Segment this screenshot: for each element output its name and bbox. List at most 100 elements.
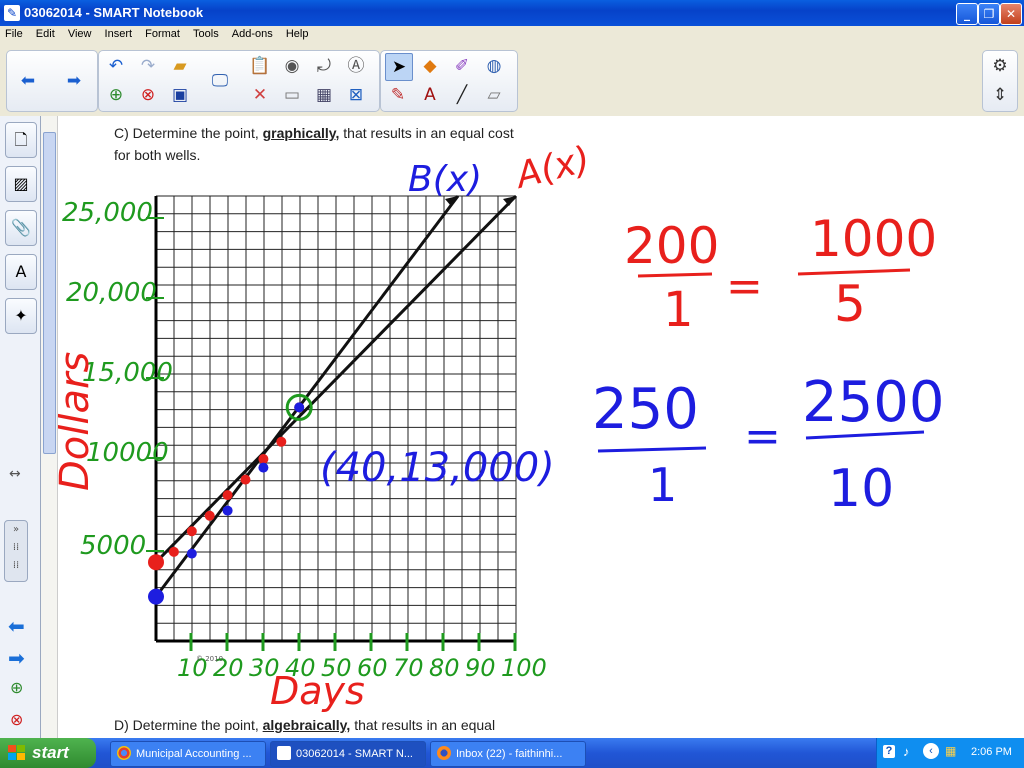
sidebar-add-page-icon[interactable]: ⊕ (10, 678, 23, 697)
next-page-icon[interactable]: ➡ (61, 68, 87, 94)
menu-view[interactable]: View (63, 26, 97, 40)
ratio-red-num1: 200 (624, 217, 719, 275)
select-arrow-icon[interactable]: ➤ (385, 53, 413, 81)
menu-format[interactable]: Format (140, 26, 185, 40)
close-button[interactable]: ✕ (1000, 3, 1022, 25)
nav-group: ⬅ ➡ (6, 50, 98, 112)
arrow-head-A(x) (503, 196, 516, 206)
full-screen-icon[interactable]: ⊠ (343, 82, 369, 108)
ratio-red-den2: 5 (834, 275, 866, 333)
paste-icon[interactable]: 📋 (247, 53, 273, 79)
eraser-icon[interactable]: ▱ (481, 82, 507, 108)
y-tick-label: 10000 (86, 438, 169, 468)
menu-insert[interactable]: Insert (100, 26, 138, 40)
auto-hide-panel-icon[interactable]: » ⁞⁞ ⁞⁞ (4, 520, 28, 582)
sidebar-previous-icon[interactable]: ⬅ (8, 614, 25, 638)
vertical-scrollbar[interactable] (41, 116, 58, 738)
tools-group: ➤ ◆ ✐ ◍ ✎ A ╱ ▱ (380, 50, 518, 112)
chrome-icon (117, 746, 131, 760)
scrollbar-thumb[interactable] (43, 132, 56, 454)
y-axis-title: Dollars (58, 352, 98, 491)
screen-shade-icon[interactable]: ⤾ (311, 53, 337, 79)
x-tick-label: 80 (429, 654, 460, 682)
point-A(x) (258, 454, 269, 464)
point-B(x) (222, 505, 233, 516)
start-button[interactable]: start (0, 738, 96, 768)
smart-notebook-icon: ✎ (4, 5, 20, 21)
move-toolbar-icon[interactable]: ⇕ (987, 82, 1013, 108)
task-firefox[interactable]: Inbox (22) - faithinhi... (430, 741, 586, 767)
help-icon[interactable]: ? (883, 745, 895, 758)
attachments-icon[interactable]: 📎 (5, 210, 37, 246)
y-tick-label: 25,000 (62, 198, 153, 228)
network-icon[interactable]: ▦ (945, 744, 956, 758)
gear-icon[interactable]: ⚙ (987, 53, 1013, 79)
label-a-x: A(x) (510, 139, 594, 197)
x-tick-label: 90 (465, 654, 496, 682)
text-icon[interactable]: A (417, 82, 443, 108)
copyright-text: © 2010 (196, 655, 223, 663)
magic-pen-icon[interactable]: ✐ (449, 53, 475, 79)
point-A(x) (276, 436, 287, 447)
shapes-icon[interactable]: ◆ (417, 53, 443, 79)
label-b-x: B(x) (408, 159, 482, 200)
ratio-red-equals: = (726, 261, 763, 312)
point-B(x) (186, 548, 197, 559)
delete-page-icon[interactable]: ⊗ (135, 82, 161, 108)
volume-icon[interactable]: ♪ (903, 744, 910, 759)
gallery-icon[interactable]: ▨ (5, 166, 37, 202)
minimize-button[interactable]: _ (956, 3, 978, 25)
ratio-red-bar2 (797, 268, 911, 276)
point-A(x) (240, 474, 251, 485)
fill-icon[interactable]: ◍ (481, 53, 507, 79)
task-chrome[interactable]: Municipal Accounting ... (110, 741, 266, 767)
handwriting-ink: 25,00020,00015,00010000500010 20 30 40 50 60 7… (58, 139, 945, 713)
delete-icon[interactable]: ✕ (247, 82, 273, 108)
ratio-blue-equals: = (744, 411, 781, 462)
menu-edit[interactable]: Edit (31, 26, 60, 40)
menu-addons[interactable]: Add-ons (227, 26, 278, 40)
undo-icon[interactable]: ↶ (103, 53, 129, 79)
point-A(x) (204, 510, 215, 521)
x-axis-title: Days (270, 669, 365, 713)
window-title: 03062014 - SMART Notebook (24, 5, 204, 20)
table-icon[interactable]: ▦ (311, 82, 337, 108)
clock: 2:06 PM (971, 746, 1012, 758)
restore-button[interactable]: ❐ (978, 3, 1000, 25)
open-file-icon[interactable]: ▰ (167, 53, 193, 79)
menu-help[interactable]: Help (281, 26, 314, 40)
save-icon[interactable]: ▣ (167, 82, 193, 108)
redo-icon[interactable]: ↷ (135, 53, 161, 79)
task-smart-notebook[interactable]: 03062014 - SMART N... (270, 741, 426, 767)
properties-icon[interactable]: A (5, 254, 37, 290)
title-bar: ✎ 03062014 - SMART Notebook _ ❐ ✕ (0, 0, 1024, 26)
resize-panel-icon[interactable]: ↔ (9, 466, 21, 482)
addons-puzzle-icon[interactable]: ✦ (5, 298, 37, 334)
sidebar-delete-page-icon[interactable]: ⊗ (10, 710, 23, 729)
point-B(x) (294, 402, 305, 413)
previous-page-icon[interactable]: ⬅ (15, 68, 41, 94)
ratio-red-num2: 1000 (810, 210, 937, 268)
ratio-red-den1: 1 (663, 282, 694, 338)
sidebar-next-icon[interactable]: ➡ (8, 646, 25, 670)
tray-expand-icon[interactable]: ‹ (923, 743, 939, 759)
display-screen-icon[interactable]: 🖵 (207, 68, 233, 94)
toolbar-settings-group: ⚙ ⇕ (982, 50, 1018, 112)
graph-grid (154, 195, 517, 643)
pens-icon[interactable]: ✎ (385, 82, 411, 108)
notebook-page[interactable]: C) Determine the point, graphically, tha… (58, 116, 1024, 738)
line-icon[interactable]: ╱ (449, 82, 475, 108)
ratio-blue-den2: 10 (828, 459, 894, 519)
point-A(x) (186, 526, 197, 537)
y-tick-label: 5000 (80, 531, 146, 561)
menu-file[interactable]: File (0, 26, 28, 40)
side-panel: 🗋 ▨ 📎 A ✦ ↔ » ⁞⁞ ⁞⁞ ⬅ ➡ ⊕ ⊗ (0, 116, 41, 738)
screen-shade-toggle-icon[interactable]: ▭ (279, 82, 305, 108)
ratio-red-bar1 (637, 272, 713, 278)
menu-tools[interactable]: Tools (188, 26, 224, 40)
add-page-icon[interactable]: ⊕ (103, 82, 129, 108)
line-B(x) (154, 195, 460, 598)
page-sorter-icon[interactable]: 🗋 (5, 122, 37, 158)
screen-capture-icon[interactable]: ◉ (279, 53, 305, 79)
handwriting-recognition-icon[interactable]: Ⓐ (343, 53, 369, 79)
